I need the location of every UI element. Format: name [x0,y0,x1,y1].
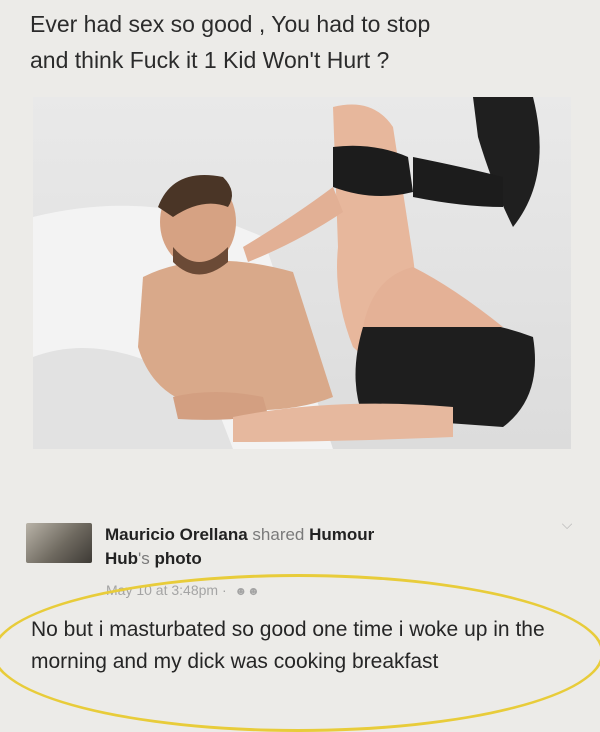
photo-illustration [33,97,540,449]
post-timestamp[interactable]: May 10 at 3:48pm [106,582,218,598]
photo-link[interactable]: photo [155,549,202,568]
post-timestamp-row: May 10 at 3:48pm · ☻☻ [106,581,260,600]
separator-dot: · [221,582,227,598]
chevron-down-icon[interactable]: ⌵ [560,517,574,531]
author-name-link[interactable]: Mauricio Orellana [105,525,248,544]
caption-line-1: Ever had sex so good , You had to stop [30,11,431,37]
author-avatar[interactable] [26,523,92,563]
comment-text: No but i masturbated so good one time i … [31,618,545,673]
meme-caption: Ever had sex so good , You had to stop a… [30,6,590,78]
page-name-link[interactable]: Humour [309,525,374,544]
friends-icon[interactable]: ☻☻ [235,582,260,600]
action-text: shared [252,525,305,544]
facebook-post-card: ⌵ Mauricio Orellana shared Humour Hub's … [0,490,600,732]
post-photo[interactable] [33,97,571,449]
post-header: Mauricio Orellana shared Humour Hub's ph… [105,523,545,571]
possessive-text: 's [138,549,150,568]
caption-line-2: and think Fuck it 1 Kid Won't Hurt ? [30,47,390,73]
page-name-link-cont[interactable]: Hub [105,549,138,568]
